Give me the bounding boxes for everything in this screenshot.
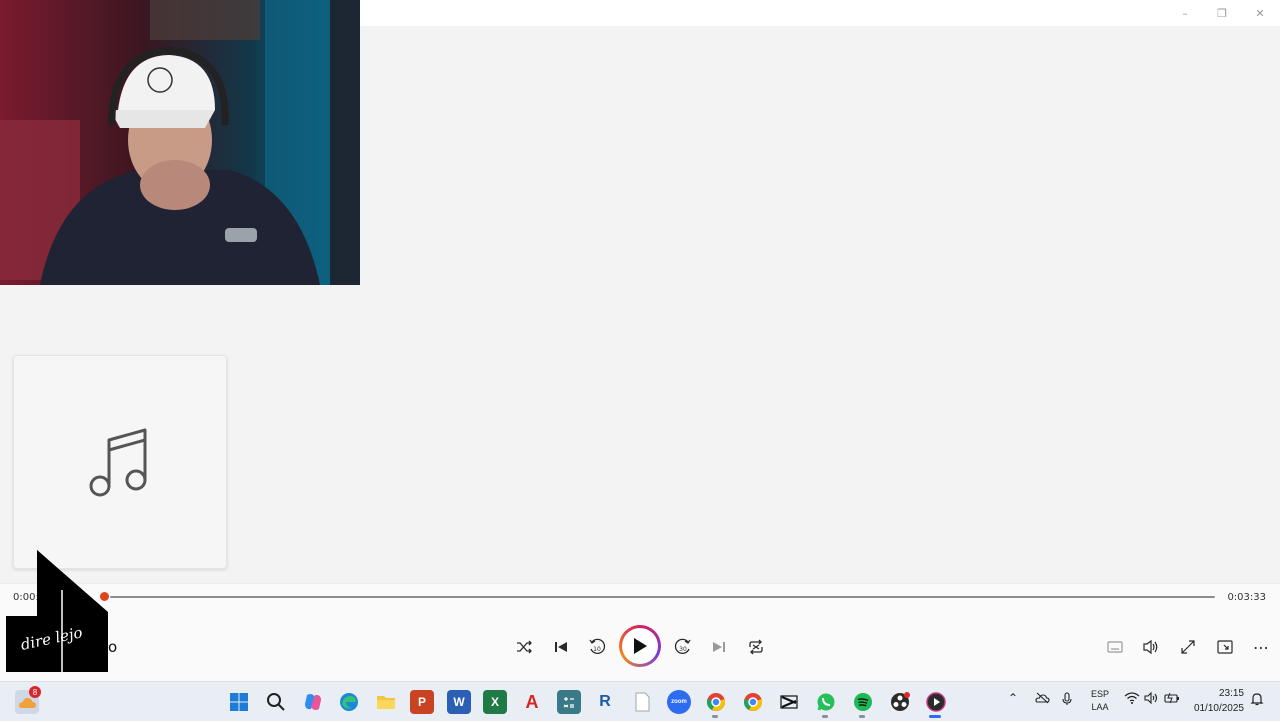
minimize-button[interactable]: – bbox=[1176, 4, 1194, 22]
more-options-button[interactable]: ⋯ bbox=[1248, 634, 1274, 660]
onedrive-icon[interactable] bbox=[1034, 692, 1050, 708]
edge-icon[interactable] bbox=[337, 690, 361, 714]
capcut-icon[interactable] bbox=[777, 690, 801, 714]
notifications-icon[interactable] bbox=[1250, 692, 1264, 710]
start-button[interactable] bbox=[227, 690, 251, 714]
rewind-10-icon[interactable]: 10 bbox=[584, 634, 610, 660]
word-icon[interactable]: W bbox=[447, 690, 471, 714]
mini-player-icon[interactable] bbox=[1212, 634, 1238, 660]
player-controls-bar: 0:00:03 0:03:33 o 10 30 ⋯ bbox=[0, 583, 1280, 682]
system-clock[interactable]: 23:15 01/10/2025 bbox=[1194, 686, 1244, 716]
captions-icon[interactable] bbox=[1102, 634, 1128, 660]
fullscreen-icon[interactable] bbox=[1175, 634, 1201, 660]
chrome-profile-icon[interactable] bbox=[741, 690, 765, 714]
excel-icon[interactable]: X bbox=[483, 690, 507, 714]
acrobat-icon[interactable]: A bbox=[520, 690, 544, 714]
copilot-icon[interactable] bbox=[301, 690, 325, 714]
play-icon bbox=[634, 638, 647, 654]
music-note-icon bbox=[89, 428, 147, 497]
microphone-icon[interactable] bbox=[1062, 692, 1072, 710]
volume-icon[interactable] bbox=[1138, 634, 1164, 660]
running-indicator bbox=[859, 715, 865, 718]
forward-30-icon[interactable]: 30 bbox=[670, 634, 696, 660]
total-time: 0:03:33 bbox=[1227, 592, 1266, 603]
channel-logo: dire lejo bbox=[6, 550, 108, 672]
clock-time: 23:15 bbox=[1218, 688, 1244, 699]
play-button[interactable] bbox=[619, 625, 661, 667]
shuffle-icon[interactable] bbox=[511, 634, 537, 660]
previous-track-icon[interactable] bbox=[548, 634, 574, 660]
spotify-icon[interactable] bbox=[851, 690, 875, 714]
seek-bar[interactable] bbox=[110, 596, 1215, 598]
active-indicator bbox=[929, 715, 941, 718]
running-indicator bbox=[712, 715, 718, 718]
obs-icon[interactable] bbox=[888, 690, 912, 714]
search-icon[interactable] bbox=[264, 690, 288, 714]
powerpoint-icon[interactable]: P bbox=[410, 690, 434, 714]
keyboard-layout: LAA bbox=[1091, 702, 1109, 712]
chevron-up-icon[interactable]: ⌃ bbox=[1008, 692, 1018, 705]
r-app-icon[interactable]: R bbox=[593, 690, 617, 714]
whatsapp-icon[interactable] bbox=[814, 690, 838, 714]
restore-button[interactable]: ❐ bbox=[1213, 4, 1231, 22]
close-button[interactable]: ✕ bbox=[1251, 4, 1269, 22]
chrome-icon[interactable] bbox=[704, 690, 728, 714]
file-explorer-icon[interactable] bbox=[374, 690, 398, 714]
calculator-icon[interactable] bbox=[557, 690, 581, 714]
notepad-icon[interactable] bbox=[630, 690, 654, 714]
running-indicator bbox=[822, 715, 828, 718]
forward-label: 30 bbox=[679, 646, 687, 653]
wifi-icon[interactable] bbox=[1124, 692, 1140, 708]
album-art bbox=[13, 355, 227, 569]
webcam-image bbox=[0, 0, 360, 285]
webcam-overlay bbox=[0, 0, 360, 285]
next-track-icon[interactable] bbox=[706, 634, 732, 660]
speaker-icon[interactable] bbox=[1144, 691, 1160, 708]
zoom-icon[interactable]: zoom bbox=[667, 690, 691, 714]
weather-badge: 8 bbox=[29, 686, 41, 698]
language-code: ESP bbox=[1091, 689, 1110, 699]
battery-icon[interactable] bbox=[1164, 692, 1180, 708]
media-player-icon[interactable] bbox=[924, 690, 948, 714]
language-indicator[interactable]: ESP LAA bbox=[1091, 688, 1109, 714]
rewind-label: 10 bbox=[593, 646, 601, 653]
windows-taskbar: P W X A R zoom ⌃ ESP LAA 23:15 01/10/202… bbox=[0, 681, 1280, 721]
repeat-icon[interactable] bbox=[743, 634, 769, 660]
clock-date: 01/10/2025 bbox=[1193, 703, 1244, 714]
